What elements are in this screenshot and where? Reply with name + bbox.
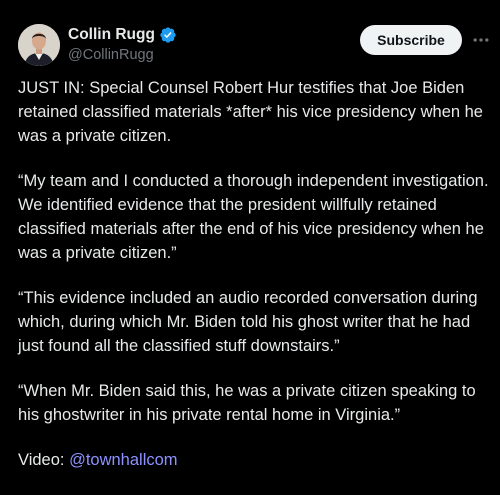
tweet-card: Collin Rugg @CollinRugg Subscribe JUST I… xyxy=(0,0,500,495)
more-horizontal-icon[interactable] xyxy=(469,28,493,52)
subscribe-button[interactable]: Subscribe xyxy=(360,25,462,55)
video-source-link[interactable]: @townhallcom xyxy=(69,451,177,469)
tweet-text: JUST IN: Special Counsel Robert Hur test… xyxy=(18,76,490,472)
display-name[interactable]: Collin Rugg xyxy=(68,25,155,44)
avatar[interactable] xyxy=(18,24,60,66)
video-credit: Video: @townhallcom xyxy=(18,448,490,472)
video-label: Video: xyxy=(18,451,70,469)
tweet-paragraph: “When Mr. Biden said this, he was a priv… xyxy=(18,382,476,424)
tweet-paragraph: “My team and I conducted a thorough inde… xyxy=(18,172,489,262)
person-avatar-icon xyxy=(18,24,60,66)
tweet-paragraph: JUST IN: Special Counsel Robert Hur test… xyxy=(18,79,483,145)
tweet-paragraph: “This evidence included an audio recorde… xyxy=(18,289,478,355)
verified-badge-icon xyxy=(159,26,177,44)
author-handle[interactable]: @CollinRugg xyxy=(68,46,154,64)
author-name-row: Collin Rugg xyxy=(68,25,177,44)
